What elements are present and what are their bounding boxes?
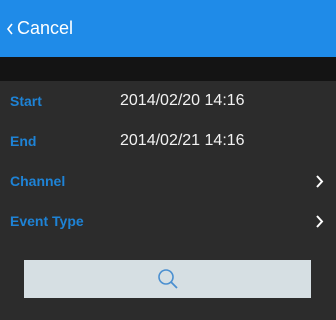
channel-label: Channel	[10, 173, 66, 189]
chevron-right-icon	[316, 174, 324, 188]
search-icon	[157, 269, 178, 289]
chevron-right-icon	[316, 214, 324, 228]
end-label: End	[10, 133, 37, 149]
channel-row[interactable]: Channel	[0, 161, 336, 201]
search-filter-screen: Cancel Start 2014/02/20 14:16 End 2014/0…	[0, 0, 336, 320]
event-type-label: Event Type	[10, 213, 84, 229]
end-time-row[interactable]: End 2014/02/21 14:16	[0, 121, 336, 161]
chevron-left-icon	[6, 23, 13, 34]
top-bar: Cancel	[0, 0, 336, 57]
cancel-label: Cancel	[17, 18, 74, 38]
search-button[interactable]	[24, 260, 311, 298]
start-time-value[interactable]: 2014/02/20 14:16	[120, 92, 245, 110]
cancel-button[interactable]: Cancel	[6, 18, 73, 39]
start-time-row[interactable]: Start 2014/02/20 14:16	[0, 81, 336, 121]
start-label: Start	[10, 93, 42, 109]
event-type-row[interactable]: Event Type	[0, 201, 336, 241]
end-time-value[interactable]: 2014/02/21 14:16	[120, 132, 245, 150]
header-divider-band	[0, 57, 336, 81]
